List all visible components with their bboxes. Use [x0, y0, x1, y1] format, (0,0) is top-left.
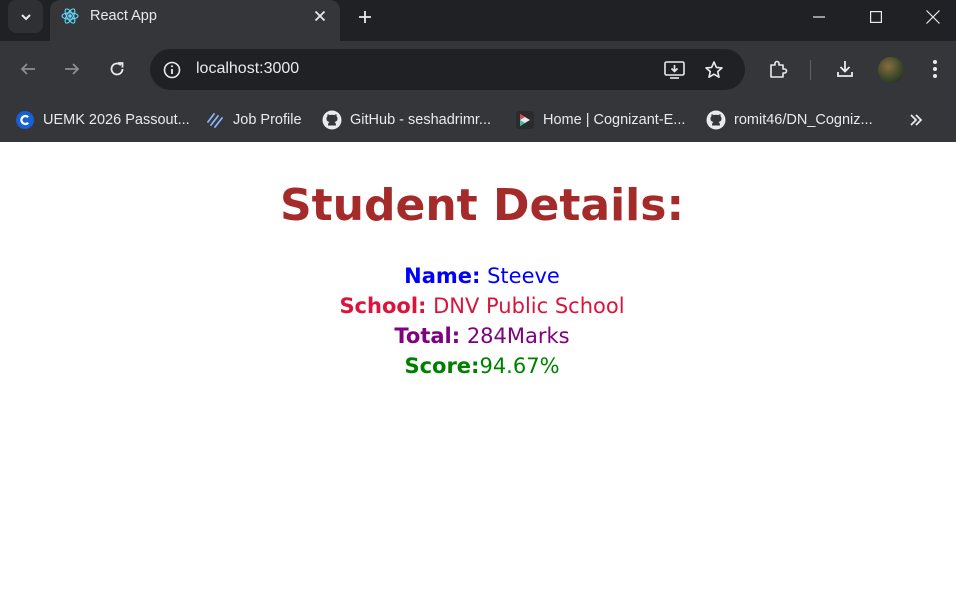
tab-close-button[interactable]: [311, 7, 329, 25]
new-tab-button[interactable]: [354, 6, 376, 28]
toolbar-separator: [810, 60, 811, 80]
bookmark-star-button[interactable]: [701, 57, 727, 83]
page-content: Student Details: Name: Steeve School: DN…: [0, 142, 956, 614]
student-name-line: Name: Steeve: [0, 264, 956, 288]
cognizant-icon: [515, 110, 535, 130]
forward-button[interactable]: [56, 53, 88, 85]
install-app-icon: [664, 61, 685, 79]
name-value: Steeve: [480, 264, 560, 288]
extensions-button[interactable]: [762, 53, 794, 85]
tab-strip: React App: [0, 0, 956, 41]
maximize-icon: [870, 10, 882, 23]
url-text[interactable]: localhost:3000: [196, 60, 299, 78]
student-score-line: Score:94.67%: [0, 354, 956, 378]
bookmark-label: Job Profile: [233, 112, 302, 128]
score-value: 94.67%: [479, 354, 560, 378]
minimize-button[interactable]: [796, 0, 842, 33]
bookmarks-bar: UEMK 2026 Passout... Job Profile GitHub …: [0, 98, 956, 142]
score-label: Score:: [404, 354, 480, 378]
back-button[interactable]: [12, 53, 44, 85]
bookmark-label: GitHub - seshadrimr...: [350, 112, 492, 128]
download-icon: [837, 61, 853, 77]
bookmark-github-romit[interactable]: romit46/DN_Cogniz...: [706, 106, 873, 134]
bookmark-github-seshadri[interactable]: GitHub - seshadrimr...: [322, 106, 491, 134]
downloads-button[interactable]: [829, 53, 861, 85]
close-icon: [314, 10, 326, 22]
uemk-icon: [15, 110, 35, 130]
page-title: Student Details:: [279, 180, 685, 231]
profile-avatar[interactable]: [878, 57, 904, 83]
bookmark-cognizant[interactable]: Home | Cognizant-E...: [515, 106, 685, 134]
tab-search-button[interactable]: [8, 0, 43, 33]
tab-react-app[interactable]: React App: [50, 0, 340, 41]
bookmarks-overflow-button[interactable]: [905, 110, 927, 130]
bookmark-uemk[interactable]: UEMK 2026 Passout...: [15, 106, 190, 134]
school-label: School:: [339, 294, 427, 318]
chevron-down-icon: [20, 13, 31, 20]
bookmark-label: romit46/DN_Cogniz...: [734, 112, 873, 128]
arrow-left-icon: [20, 63, 35, 75]
browser-menu-button[interactable]: [919, 53, 951, 85]
star-icon: [705, 61, 723, 78]
reload-icon: [110, 62, 124, 76]
react-logo-icon: [61, 8, 79, 24]
arrow-right-icon: [65, 63, 80, 75]
bookmark-label: UEMK 2026 Passout...: [43, 112, 190, 128]
plus-icon: [359, 11, 371, 23]
minimize-icon: [813, 15, 825, 18]
reload-button[interactable]: [101, 53, 133, 85]
puzzle-icon: [770, 60, 788, 78]
info-icon: [163, 61, 181, 79]
total-value: 284Marks: [460, 324, 570, 348]
github-icon: [706, 110, 726, 130]
double-chevron-right-icon: [910, 114, 923, 126]
student-total-line: Total: 284Marks: [0, 324, 956, 348]
student-school-line: School: DNV Public School: [0, 294, 956, 318]
close-icon: [926, 9, 940, 24]
tab-title: React App: [90, 8, 157, 24]
bookmark-label: Home | Cognizant-E...: [543, 112, 686, 128]
bookmark-job-profile[interactable]: Job Profile: [205, 106, 302, 134]
maximize-button[interactable]: [853, 0, 899, 33]
address-bar[interactable]: localhost:3000: [150, 49, 745, 90]
job-profile-icon: [205, 110, 225, 130]
name-label: Name:: [404, 264, 481, 288]
github-icon: [322, 110, 342, 130]
school-value: DNV Public School: [426, 294, 625, 318]
install-app-button[interactable]: [662, 57, 688, 83]
total-label: Total:: [394, 324, 461, 348]
more-vertical-icon: [933, 60, 937, 78]
window-close-button[interactable]: [910, 0, 956, 33]
site-info-button[interactable]: [159, 57, 185, 83]
browser-toolbar: localhost:3000: [0, 41, 956, 98]
